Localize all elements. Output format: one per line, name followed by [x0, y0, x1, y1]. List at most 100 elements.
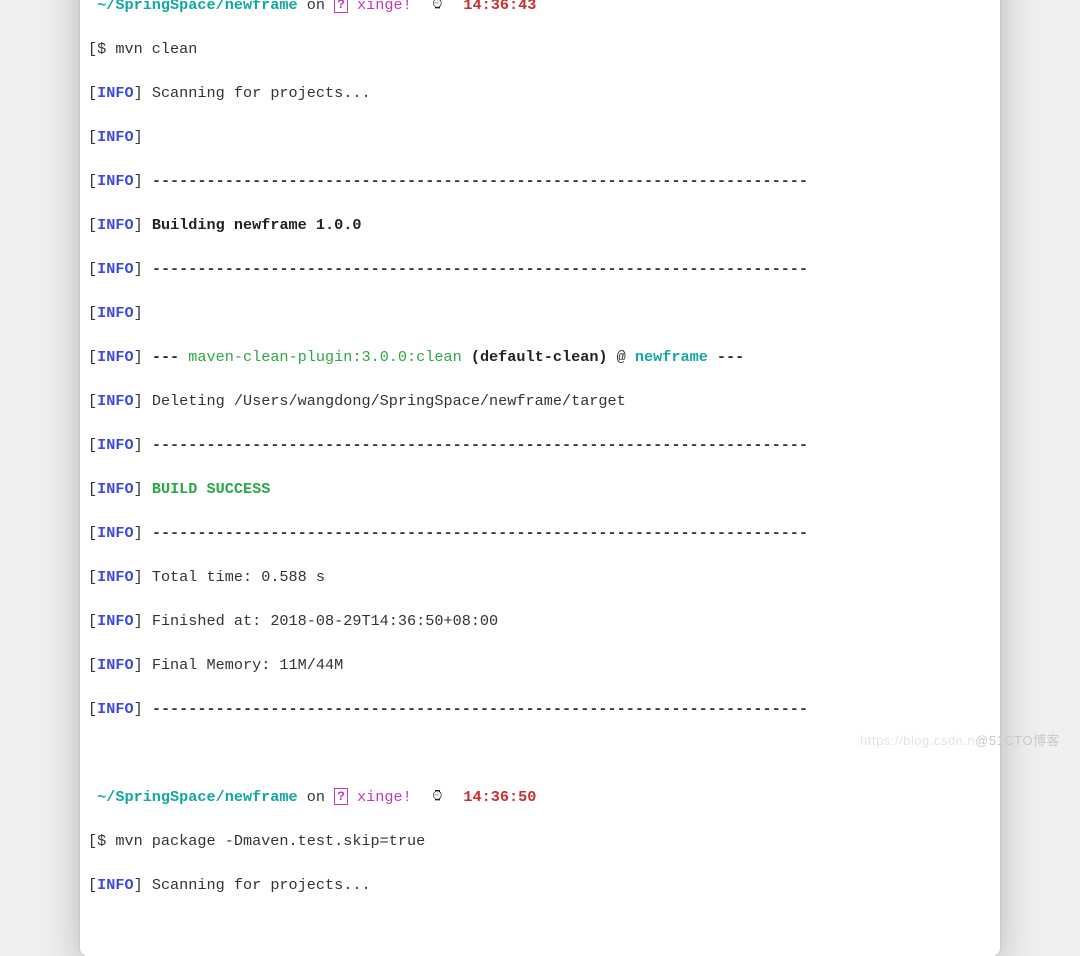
bracket-r: ]: [134, 700, 143, 718]
log-deleting: Deleting /Users/wangdong/SpringSpace/new…: [143, 392, 626, 410]
watermark: https://blog.csdn.n@51CTO博客: [860, 730, 1060, 749]
prompt-path: ~/SpringSpace/newframe: [97, 788, 298, 806]
prompt-line: ~/SpringSpace/newframe on ? xinge! ⌚︎ 14…: [88, 0, 992, 16]
bracket-l: [: [88, 348, 97, 366]
plug-at: @: [608, 348, 635, 366]
bracket-l: [: [88, 612, 97, 630]
log-building: Building newframe 1.0.0: [152, 216, 362, 234]
bracket-l: [: [88, 568, 97, 586]
log-line: [INFO] ---------------------------------…: [88, 170, 992, 192]
blank-line: [88, 742, 992, 764]
bracket-l: [: [88, 260, 97, 278]
log-dashes: ----------------------------------------…: [143, 260, 808, 278]
bracket-r: ]: [134, 348, 143, 366]
git-branch-name: xinge!: [357, 0, 412, 14]
log-level: INFO: [97, 304, 133, 322]
prompt-time: 14:36:43: [463, 0, 536, 14]
bracket-l: [: [88, 480, 97, 498]
cmd-clean: $ mvn clean: [97, 40, 197, 58]
log-level: INFO: [97, 480, 133, 498]
bracket-r: ]: [134, 656, 143, 674]
log-line: [INFO]: [88, 302, 992, 324]
cmd-pkg: $ mvn package -Dmaven.test.skip=true: [97, 832, 425, 850]
log-dashes: ----------------------------------------…: [143, 172, 808, 190]
bracket-l: [: [88, 172, 97, 190]
question-icon: ?: [334, 0, 348, 13]
log-line: [INFO] Scanning for projects...: [88, 874, 992, 896]
bracket-l: [: [88, 128, 97, 146]
log-line: [INFO] ---------------------------------…: [88, 258, 992, 280]
question-icon: ?: [334, 788, 348, 805]
bracket-r: ]: [134, 436, 143, 454]
watermark-main: @51CTO博客: [975, 733, 1060, 748]
git-branch: [348, 788, 357, 806]
log-line: [INFO] Total time: 0.588 s: [88, 566, 992, 588]
bracket-r: ]: [134, 304, 143, 322]
log-level: INFO: [97, 392, 133, 410]
plug-post: ---: [708, 348, 744, 366]
bracket-l: [: [88, 216, 97, 234]
plug-name: maven-clean-plugin:3.0.0:clean: [188, 348, 461, 366]
bracket-r: ]: [134, 392, 143, 410]
bracket-r: ]: [134, 568, 143, 586]
bracket-r: ]: [134, 216, 143, 234]
bracket-r: ]: [134, 876, 143, 894]
log-line: [INFO] Scanning for projects...: [88, 82, 992, 104]
bracket-r: ]: [134, 84, 143, 102]
log-level: INFO: [97, 260, 133, 278]
bracket-l: [: [88, 876, 97, 894]
plug-proj: newframe: [635, 348, 708, 366]
log-line: [INFO] Deleting /Users/wangdong/SpringSp…: [88, 390, 992, 412]
prompt-line: ~/SpringSpace/newframe on ? xinge! ⌚︎ 14…: [88, 786, 992, 808]
terminal-window: newframe — wangdong@wdMac — ..pace/newfr…: [80, 0, 1000, 956]
bracket-r: ]: [134, 524, 143, 542]
bracket-l: [: [88, 700, 97, 718]
terminal-body[interactable]: ~/SpringSpace/newframe on ? xinge! ⌚︎ 14…: [80, 0, 1000, 956]
bracket-r: ]: [134, 612, 143, 630]
log-level: INFO: [97, 172, 133, 190]
bracket-l: [: [88, 436, 97, 454]
prompt-on: on: [298, 0, 334, 14]
log-line: [INFO] Finished at: 2018-08-29T14:36:50+…: [88, 610, 992, 632]
watch-icon: ⌚︎: [430, 0, 445, 14]
log-success: BUILD SUCCESS: [152, 480, 270, 498]
bracket-l: [: [88, 832, 97, 850]
log-level: INFO: [97, 568, 133, 586]
bracket-l: [: [88, 392, 97, 410]
log-line: [INFO]: [88, 126, 992, 148]
plug-mid: (default-clean): [462, 348, 608, 366]
log-line: [INFO] ---------------------------------…: [88, 522, 992, 544]
log-level: INFO: [97, 700, 133, 718]
plug-pre: ---: [143, 348, 189, 366]
bracket-l: [: [88, 304, 97, 322]
log-msg: Scanning for projects...: [143, 876, 371, 894]
log-level: INFO: [97, 216, 133, 234]
watch-icon: ⌚︎: [430, 788, 445, 806]
log-level: INFO: [97, 612, 133, 630]
log-level: INFO: [97, 876, 133, 894]
bracket-r: ]: [134, 172, 143, 190]
log-level: INFO: [97, 84, 133, 102]
log-line: [INFO] BUILD SUCCESS: [88, 478, 992, 500]
bracket-l: [: [88, 524, 97, 542]
bracket-l: [: [88, 656, 97, 674]
bracket-r: ]: [134, 128, 143, 146]
prompt-on: on: [298, 788, 334, 806]
log-dashes: ----------------------------------------…: [143, 524, 808, 542]
log-line: [INFO] Final Memory: 11M/44M: [88, 654, 992, 676]
cmd-line-pkg: [$ mvn package -Dmaven.test.skip=true: [88, 830, 992, 852]
bracket-l: [: [88, 40, 97, 58]
git-branch-name: xinge!: [357, 788, 412, 806]
log-level: INFO: [97, 348, 133, 366]
log-level: INFO: [97, 436, 133, 454]
log-level: INFO: [97, 128, 133, 146]
log-line: [INFO] Building newframe 1.0.0: [88, 214, 992, 236]
log-total: Total time: 0.588 s: [143, 568, 325, 586]
log-msg: Scanning for projects...: [143, 84, 371, 102]
git-branch: [348, 0, 357, 14]
log-level: INFO: [97, 656, 133, 674]
bracket-r: ]: [134, 260, 143, 278]
prompt-path: ~/SpringSpace/newframe: [97, 0, 298, 14]
log-level: INFO: [97, 524, 133, 542]
watermark-faint: https://blog.csdn.n: [860, 733, 975, 748]
